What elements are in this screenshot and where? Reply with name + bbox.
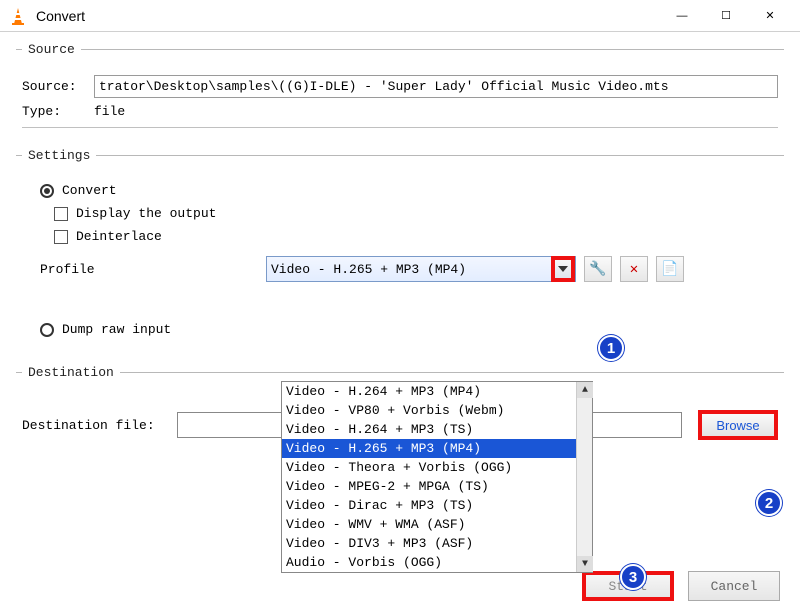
titlebar: Convert — ☐ ✕ [0, 0, 800, 32]
delete-profile-button[interactable]: ✕ [620, 256, 648, 282]
profile-option[interactable]: Video - WMV + WMA (ASF) [282, 515, 592, 534]
close-button[interactable]: ✕ [748, 0, 792, 32]
divider [22, 127, 778, 128]
checkbox-icon [54, 207, 68, 221]
browse-button-label: Browse [716, 418, 759, 433]
convert-radio-label: Convert [62, 183, 117, 198]
settings-legend: Settings [22, 148, 96, 163]
profile-option[interactable]: Video - H.264 + MP3 (MP4) [282, 382, 592, 401]
type-label: Type: [22, 104, 94, 119]
profile-selected-value: Video - H.265 + MP3 (MP4) [271, 262, 466, 277]
settings-group: Settings Convert Display the output Dein… [16, 148, 784, 351]
cancel-button-label: Cancel [711, 579, 758, 594]
profile-label: Profile [40, 262, 266, 277]
profile-option[interactable]: Video - H.264 + MP3 (TS) [282, 420, 592, 439]
profile-dropdown-list[interactable]: Video - H.264 + MP3 (MP4) Video - VP80 +… [281, 381, 593, 573]
scroll-up-icon[interactable]: ▲ [577, 382, 593, 398]
source-group: Source Source: trator\Desktop\samples\((… [16, 42, 784, 134]
source-label: Source: [22, 79, 94, 94]
window-title: Convert [36, 8, 660, 24]
radio-dot-icon [40, 323, 54, 337]
profile-option[interactable]: Audio - Vorbis (OGG) [282, 553, 592, 572]
minimize-button[interactable]: — [660, 0, 704, 32]
deinterlace-label: Deinterlace [76, 229, 162, 244]
deinterlace-checkbox[interactable]: Deinterlace [54, 229, 778, 244]
profile-option[interactable]: Video - VP80 + Vorbis (Webm) [282, 401, 592, 420]
dropdown-scrollbar[interactable]: ▲ ▼ [576, 382, 592, 572]
destination-legend: Destination [22, 365, 120, 380]
profile-combobox[interactable]: Video - H.265 + MP3 (MP4) [266, 256, 576, 282]
source-legend: Source [22, 42, 81, 57]
annotation-callout-1: 1 [598, 335, 624, 361]
profile-dropdown-button[interactable] [551, 256, 575, 282]
radio-dot-icon [40, 184, 54, 198]
edit-profile-button[interactable]: 🔧 [584, 256, 612, 282]
dialog-buttons: Start Cancel [582, 571, 780, 601]
convert-radio[interactable]: Convert [40, 183, 778, 198]
profile-option[interactable]: Video - Theora + Vorbis (OGG) [282, 458, 592, 477]
type-value: file [94, 104, 125, 119]
annotation-callout-2: 2 [756, 490, 782, 516]
checkbox-icon [54, 230, 68, 244]
profile-option[interactable]: Video - DIV3 + MP3 (ASF) [282, 534, 592, 553]
new-profile-button[interactable]: 📄 [656, 256, 684, 282]
dump-raw-radio[interactable]: Dump raw input [40, 322, 778, 337]
profile-option[interactable]: Video - MPEG-2 + MPGA (TS) [282, 477, 592, 496]
display-output-checkbox[interactable]: Display the output [54, 206, 778, 221]
new-profile-icon: 📄 [661, 261, 678, 278]
cancel-button[interactable]: Cancel [688, 571, 780, 601]
destination-file-label: Destination file: [22, 418, 177, 433]
annotation-callout-3: 3 [620, 564, 646, 590]
display-output-label: Display the output [76, 206, 216, 221]
maximize-button[interactable]: ☐ [704, 0, 748, 32]
scroll-down-icon[interactable]: ▼ [577, 556, 593, 572]
vlc-cone-icon [8, 6, 28, 26]
source-path-field[interactable]: trator\Desktop\samples\((G)I-DLE) - 'Sup… [94, 75, 778, 98]
profile-option-selected[interactable]: Video - H.265 + MP3 (MP4) [282, 439, 592, 458]
dump-raw-label: Dump raw input [62, 322, 171, 337]
profile-option[interactable]: Video - Dirac + MP3 (TS) [282, 496, 592, 515]
browse-button[interactable]: Browse [698, 410, 778, 440]
delete-icon: ✕ [630, 261, 638, 278]
wrench-icon: 🔧 [589, 261, 606, 278]
profile-row: Profile Video - H.265 + MP3 (MP4) 🔧 ✕ 📄 [40, 256, 778, 282]
